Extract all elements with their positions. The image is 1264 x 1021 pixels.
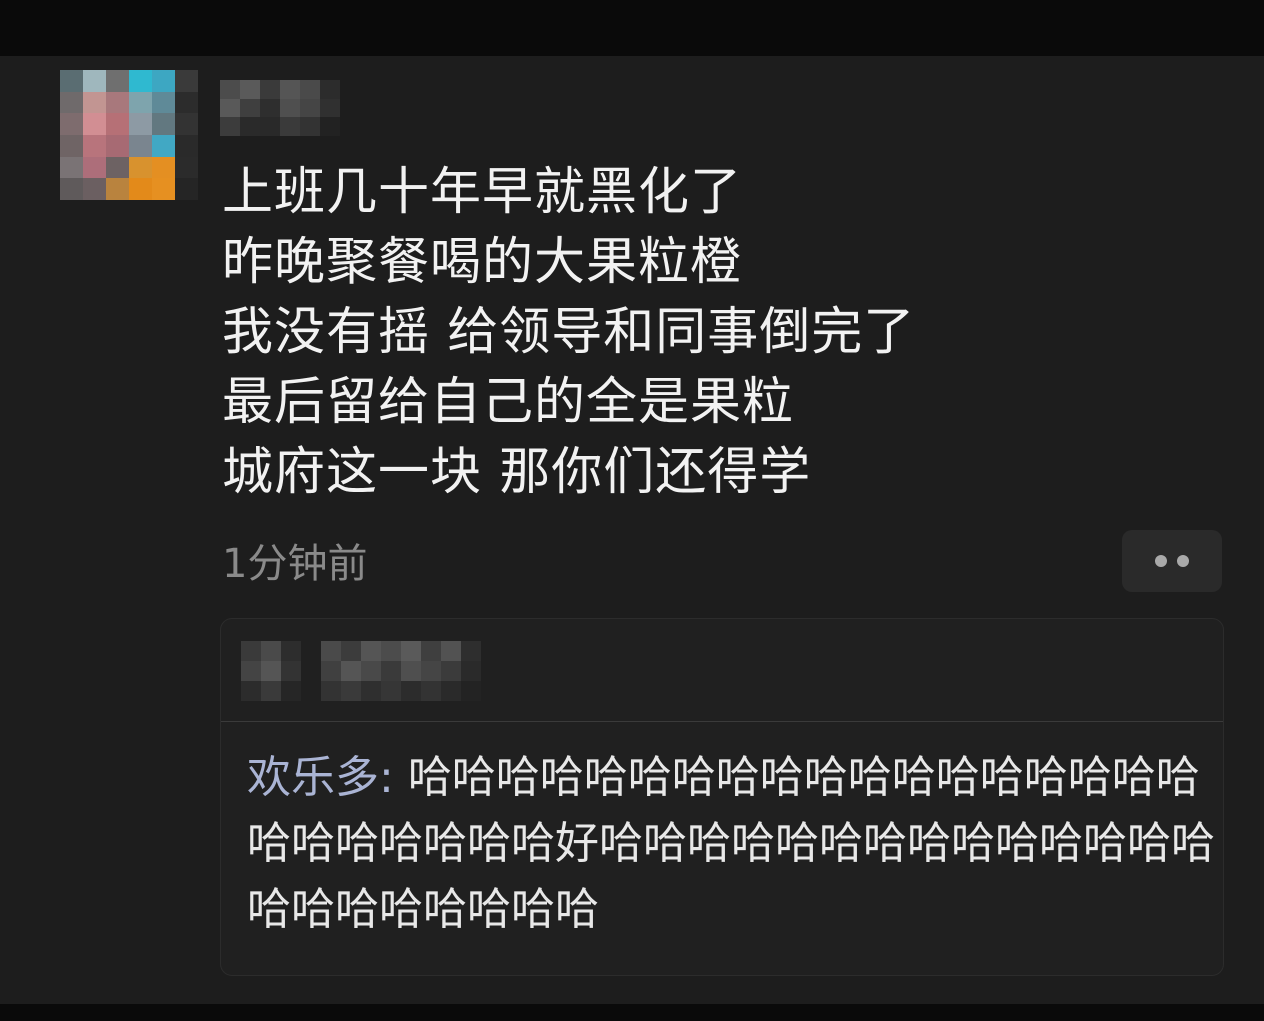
blurred-avatar: [241, 641, 301, 701]
post-line: 昨晚聚餐喝的大果粒橙: [222, 233, 743, 292]
more-dots-icon[interactable]: [1122, 530, 1222, 592]
post-line: 上班几十年早就黑化了: [222, 163, 743, 222]
comment-separator: :: [379, 752, 408, 803]
username-blurred[interactable]: [220, 80, 340, 136]
avatar[interactable]: [60, 70, 198, 200]
comment-author[interactable]: 欢乐多: [247, 752, 379, 803]
blurred-name: [321, 641, 481, 701]
dot: [1155, 555, 1167, 567]
top-bar: [0, 0, 1264, 56]
post-line: 城府这一块 那你们还得学: [222, 443, 812, 502]
bottom-bar: [0, 1004, 1264, 1021]
comment-body: 欢乐多: 哈哈哈哈哈哈哈哈哈哈哈哈哈哈哈哈哈哈哈哈哈哈哈哈哈好哈哈哈哈哈哈哈哈哈…: [247, 745, 1223, 943]
comment-header-blurred: [221, 619, 1223, 722]
comment-box[interactable]: 欢乐多: 哈哈哈哈哈哈哈哈哈哈哈哈哈哈哈哈哈哈哈哈哈哈哈哈哈好哈哈哈哈哈哈哈哈哈…: [220, 618, 1224, 976]
post-timestamp: 1分钟前: [222, 541, 368, 587]
dot: [1177, 555, 1189, 567]
post-text: 上班几十年早就黑化了 昨晚聚餐喝的大果粒橙 我没有摇 给领导和同事倒完了 最后留…: [222, 158, 915, 508]
post-line: 最后留给自己的全是果粒: [222, 373, 795, 432]
post-line: 我没有摇 给领导和同事倒完了: [222, 303, 916, 362]
